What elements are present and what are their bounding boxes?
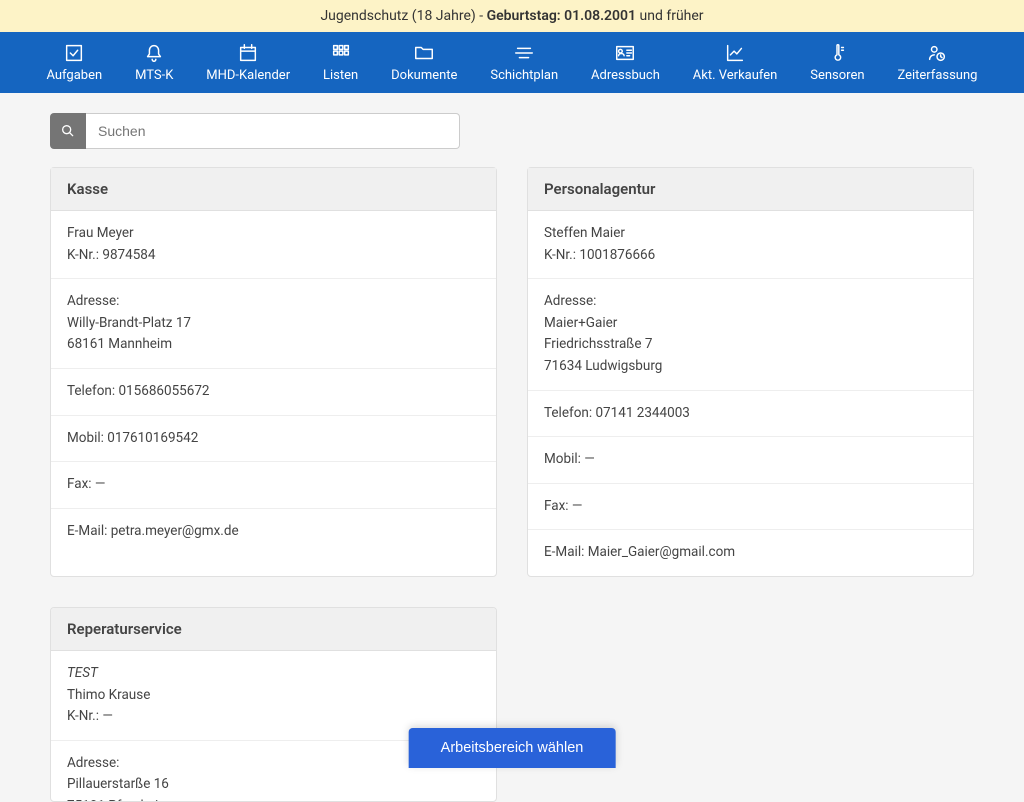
card-note: TEST <box>67 663 480 685</box>
contact-card[interactable]: PersonalagenturSteffen MaierK-Nr.: 10018… <box>527 167 974 577</box>
card-email-section: E-Mail: petra.meyer@gmx.de <box>51 509 496 555</box>
nav-item-schichtplan[interactable]: Schichtplan <box>490 42 558 83</box>
address-card-icon <box>614 42 636 64</box>
contact-card[interactable]: KasseFrau MeyerK-Nr.: 9874584Adresse:Wil… <box>50 167 497 577</box>
card-address-label: Adresse: <box>544 291 957 313</box>
nav-item-label: Listen <box>323 68 358 83</box>
search-icon <box>60 123 76 139</box>
contact-card[interactable]: Reperaturservice TESTThimo KrauseK-Nr.: —… <box>50 607 497 802</box>
nav-item-label: Aufgaben <box>46 68 102 83</box>
card-address-label: Adresse: <box>67 291 480 313</box>
nav-item-label: Adressbuch <box>591 68 660 83</box>
nav-item-dokumente[interactable]: Dokumente <box>391 42 457 83</box>
card-knr: K-Nr.: — <box>67 706 480 728</box>
card-header: Personalagentur <box>528 168 973 211</box>
nav-item-label: Schichtplan <box>490 68 558 83</box>
nav-item-label: MTS-K <box>135 68 173 83</box>
card-address-line: Maier+Gaier <box>544 313 957 335</box>
card-address-line: Willy-Brandt-Platz 17 <box>67 313 480 335</box>
search-bar <box>50 113 460 149</box>
main-nav: Aufgaben MTS-K MHD-Kalender Listen Dokumente… <box>0 32 1024 93</box>
card-header: Reperaturservice <box>51 608 496 651</box>
banner-prefix: Jugendschutz (18 Jahre) - <box>320 8 486 24</box>
card-person-name: Thimo Krause <box>67 685 480 707</box>
banner-bold: Geburtstag: 01.08.2001 <box>487 8 636 24</box>
card-phone-section: Telefon: 07141 2344003 <box>528 391 973 438</box>
nav-item-sensoren[interactable]: Sensoren <box>810 42 864 83</box>
card-address-line: Friedrichsstraße 7 <box>544 334 957 356</box>
chart-icon <box>724 42 746 64</box>
nav-item-label: Sensoren <box>810 68 864 83</box>
card-address-section: Adresse:Maier+GaierFriedrichsstraße 7716… <box>528 279 973 390</box>
bell-icon <box>143 42 165 64</box>
search-button[interactable] <box>50 113 86 149</box>
nav-item-label: Dokumente <box>391 68 457 83</box>
nav-item-adressbuch[interactable]: Adressbuch <box>591 42 660 83</box>
card-address-line: Pillauerstarße 16 <box>67 774 480 796</box>
nav-item-mts-k[interactable]: MTS-K <box>135 42 173 83</box>
nav-item-akt-verkaufen[interactable]: Akt. Verkaufen <box>693 42 778 83</box>
card-mobile-section: Mobil: — <box>528 437 973 484</box>
nav-item-mhd-kalender[interactable]: MHD-Kalender <box>206 42 290 83</box>
calendar-icon <box>237 42 259 64</box>
card-knr: K-Nr.: 9874584 <box>67 245 480 267</box>
card-mobile-section: Mobil: 017610169542 <box>51 416 496 463</box>
workspace-select-button[interactable]: Arbeitsbereich wählen <box>409 728 616 768</box>
card-fax-section: Fax: — <box>51 462 496 509</box>
card-person-section: Steffen MaierK-Nr.: 1001876666 <box>528 211 973 279</box>
card-address-line: 71634 Ludwigsburg <box>544 356 957 378</box>
cards-grid: KasseFrau MeyerK-Nr.: 9874584Adresse:Wil… <box>50 167 974 802</box>
content-area: KasseFrau MeyerK-Nr.: 9874584Adresse:Wil… <box>0 93 1024 802</box>
card-person-name: Frau Meyer <box>67 223 480 245</box>
nav-item-label: MHD-Kalender <box>206 68 290 83</box>
user-clock-icon <box>926 42 948 64</box>
card-phone-section: Telefon: 015686055672 <box>51 369 496 416</box>
menu-lines-icon <box>513 42 535 64</box>
card-address-section: Adresse:Willy-Brandt-Platz 1768161 Mannh… <box>51 279 496 369</box>
card-person-name: Steffen Maier <box>544 223 957 245</box>
card-knr: K-Nr.: 1001876666 <box>544 245 957 267</box>
thermometer-icon <box>826 42 848 64</box>
folder-icon <box>413 42 435 64</box>
nav-item-label: Akt. Verkaufen <box>693 68 778 83</box>
banner-suffix: und früher <box>636 8 704 24</box>
card-person-section: Frau MeyerK-Nr.: 9874584 <box>51 211 496 279</box>
card-address-line: 68161 Mannheim <box>67 334 480 356</box>
nav-item-aufgaben[interactable]: Aufgaben <box>46 42 102 83</box>
card-fax-section: Fax: — <box>528 484 973 531</box>
nav-item-label: Zeiterfassung <box>897 68 977 83</box>
nav-item-listen[interactable]: Listen <box>323 42 358 83</box>
search-input[interactable] <box>86 113 460 149</box>
check-square-icon <box>63 42 85 64</box>
nav-item-zeiterfassung[interactable]: Zeiterfassung <box>897 42 977 83</box>
card-header: Kasse <box>51 168 496 211</box>
card-email-section: E-Mail: Maier_Gaier@gmail.com <box>528 530 973 576</box>
youth-protection-banner: Jugendschutz (18 Jahre) - Geburtstag: 01… <box>0 0 1024 32</box>
card-address-line: 75181 Pforzheim <box>67 796 480 802</box>
grid-icon <box>330 42 352 64</box>
